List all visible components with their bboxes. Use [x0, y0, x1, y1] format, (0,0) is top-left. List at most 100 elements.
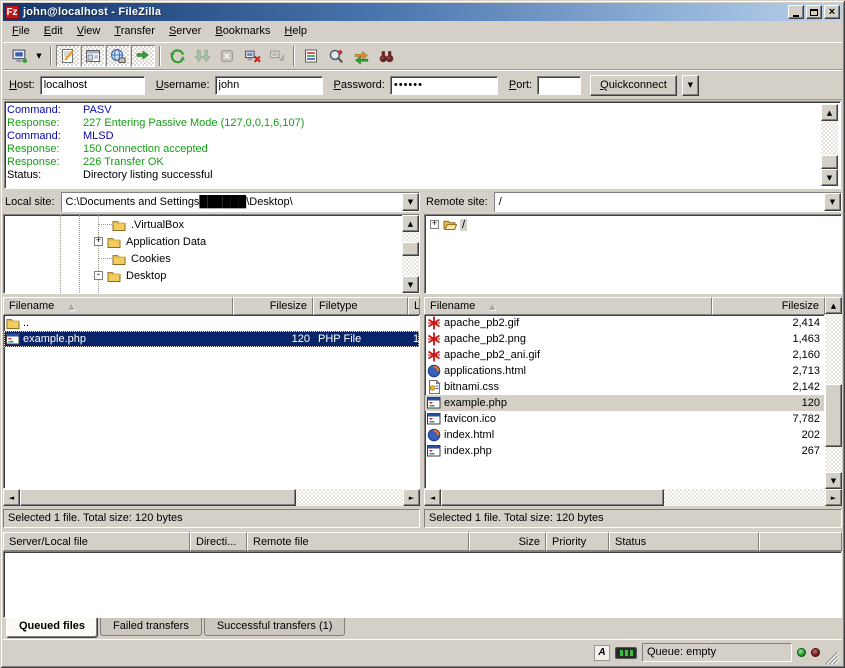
winapp-file-icon: [427, 412, 441, 426]
scroll-up-button[interactable]: ▲: [402, 215, 419, 232]
menu-edit[interactable]: Edit: [37, 22, 70, 40]
column-header-filesize[interactable]: Filesize: [712, 297, 825, 315]
local-list-body[interactable]: .. example.php 120 PHP File 1: [3, 315, 420, 489]
column-header-filesize[interactable]: Filesize: [233, 297, 313, 315]
column-header-status[interactable]: Status: [609, 532, 759, 551]
file-row[interactable]: index.php 267: [425, 443, 824, 459]
scroll-left-button[interactable]: ◄: [3, 489, 20, 506]
scroll-down-button[interactable]: ▼: [402, 276, 419, 293]
file-row[interactable]: apache_pb2_ani.gif 2,160: [425, 347, 824, 363]
queue-body[interactable]: [3, 551, 842, 618]
file-row[interactable]: index.html 202: [425, 427, 824, 443]
scrollbar-thumb[interactable]: [825, 384, 842, 447]
scroll-right-button[interactable]: ►: [825, 489, 842, 506]
tab-failed-transfers[interactable]: Failed transfers: [100, 618, 202, 636]
remote-vertical-scrollbar[interactable]: ▲ ▼: [825, 297, 842, 489]
scroll-up-button[interactable]: ▲: [825, 297, 842, 314]
scrollbar-thumb[interactable]: [402, 242, 419, 256]
remote-site-combobox[interactable]: / ▼: [494, 192, 842, 212]
remote-directory-tree[interactable]: + /: [424, 214, 842, 294]
column-header-server-local-file[interactable]: Server/Local file: [3, 532, 190, 551]
remote-site-dropdown-button[interactable]: ▼: [824, 193, 841, 211]
directory-comparison-button[interactable]: [324, 45, 348, 67]
column-header-priority[interactable]: Priority: [546, 532, 609, 551]
local-site-combobox[interactable]: C:\Documents and Settings██████\Desktop\…: [61, 192, 420, 212]
menu-help[interactable]: Help: [277, 22, 314, 40]
username-input[interactable]: [215, 76, 323, 95]
remote-list-body[interactable]: apache_pb2.gif 2,414 apache_pb2.png 1,46…: [424, 315, 825, 489]
process-queue-button[interactable]: [190, 45, 214, 67]
menu-view[interactable]: View: [70, 22, 108, 40]
tree-item-desktop[interactable]: - Desktop: [4, 267, 402, 284]
column-header-lastmodified[interactable]: L: [408, 297, 420, 315]
close-button[interactable]: ×: [824, 5, 840, 19]
toggle-remote-treeview-button[interactable]: [106, 45, 130, 67]
scroll-down-button[interactable]: ▼: [821, 169, 838, 186]
scroll-right-button[interactable]: ►: [403, 489, 420, 506]
titlebar[interactable]: Fz john@localhost - FileZilla ×: [3, 3, 842, 21]
local-horizontal-scrollbar[interactable]: ◄ ►: [3, 489, 420, 506]
expand-icon[interactable]: +: [430, 220, 439, 229]
local-site-dropdown-button[interactable]: ▼: [402, 193, 419, 211]
toggle-local-treeview-button[interactable]: [81, 45, 105, 67]
collapse-icon[interactable]: -: [94, 271, 103, 280]
quickconnect-button[interactable]: Quickconnect: [590, 75, 677, 96]
column-header-filename[interactable]: Filename▲: [424, 297, 712, 315]
column-header-filename[interactable]: Filename▲: [3, 297, 233, 315]
minimize-button[interactable]: [788, 5, 804, 19]
file-row-example-php[interactable]: example.php 120 PHP File 1: [4, 331, 419, 347]
column-header-filetype[interactable]: Filetype: [313, 297, 408, 315]
speed-limit-icon[interactable]: [615, 647, 637, 659]
scrollbar-thumb[interactable]: [20, 489, 296, 506]
scrollbar-thumb[interactable]: [441, 489, 664, 506]
menu-bookmarks[interactable]: Bookmarks: [208, 22, 277, 40]
local-directory-tree[interactable]: .VirtualBox + Application Data Cookies -: [3, 214, 420, 294]
file-row[interactable]: apache_pb2.png 1,463: [425, 331, 824, 347]
find-files-button[interactable]: [374, 45, 398, 67]
file-row-parent-dir[interactable]: ..: [4, 315, 419, 331]
cancel-operation-button[interactable]: [215, 45, 239, 67]
expand-icon[interactable]: +: [94, 237, 103, 246]
maximize-button[interactable]: [806, 5, 822, 19]
site-manager-dropdown-button[interactable]: ▼: [32, 45, 46, 67]
tree-item-application-data[interactable]: + Application Data: [4, 233, 402, 250]
site-manager-button[interactable]: [7, 45, 31, 67]
synchronized-browsing-button[interactable]: [349, 45, 373, 67]
disconnect-button[interactable]: [240, 45, 264, 67]
remote-horizontal-scrollbar[interactable]: ◄ ►: [424, 489, 842, 506]
column-header-direction[interactable]: Directi...: [190, 532, 247, 551]
toggle-message-log-button[interactable]: [56, 45, 80, 67]
tab-successful-transfers[interactable]: Successful transfers (1): [204, 618, 346, 636]
scroll-up-button[interactable]: ▲: [821, 104, 838, 121]
scroll-left-button[interactable]: ◄: [424, 489, 441, 506]
menu-file[interactable]: File: [5, 22, 37, 40]
message-log[interactable]: Command:PASV Response:227 Entering Passi…: [4, 101, 841, 189]
tree-item-cookies[interactable]: Cookies: [4, 250, 402, 267]
scroll-down-button[interactable]: ▼: [825, 472, 842, 489]
toggle-transfer-queue-button[interactable]: [131, 45, 155, 67]
menu-transfer[interactable]: Transfer: [107, 22, 162, 40]
reconnect-button[interactable]: [265, 45, 289, 67]
file-row[interactable]: applications.html 2,713: [425, 363, 824, 379]
quickconnect-dropdown-button[interactable]: ▼: [682, 75, 699, 96]
column-header-size[interactable]: Size: [469, 532, 546, 551]
file-row[interactable]: apache_pb2.gif 2,414: [425, 315, 824, 331]
local-tree-scrollbar[interactable]: ▲ ▼: [402, 215, 419, 293]
resize-grip[interactable]: [825, 651, 839, 665]
refresh-button[interactable]: [165, 45, 189, 67]
filename-filters-button[interactable]: [299, 45, 323, 67]
port-input[interactable]: [537, 76, 581, 95]
file-row[interactable]: bitnami.css 2,142: [425, 379, 824, 395]
column-header-remote-file[interactable]: Remote file: [247, 532, 469, 551]
tree-item-root[interactable]: + /: [425, 216, 841, 233]
file-row[interactable]: favicon.ico 7,782: [425, 411, 824, 427]
tab-queued-files[interactable]: Queued files: [6, 618, 98, 638]
scrollbar-thumb[interactable]: [821, 155, 838, 169]
menu-server[interactable]: Server: [162, 22, 208, 40]
password-input[interactable]: [390, 76, 498, 95]
file-row-example-php[interactable]: example.php 120: [425, 395, 824, 411]
tree-item-virtualbox[interactable]: .VirtualBox: [4, 216, 402, 233]
transfer-type-indicator-icon[interactable]: A: [594, 645, 610, 661]
log-scrollbar[interactable]: ▲ ▼: [821, 104, 838, 186]
host-input[interactable]: [40, 76, 145, 95]
